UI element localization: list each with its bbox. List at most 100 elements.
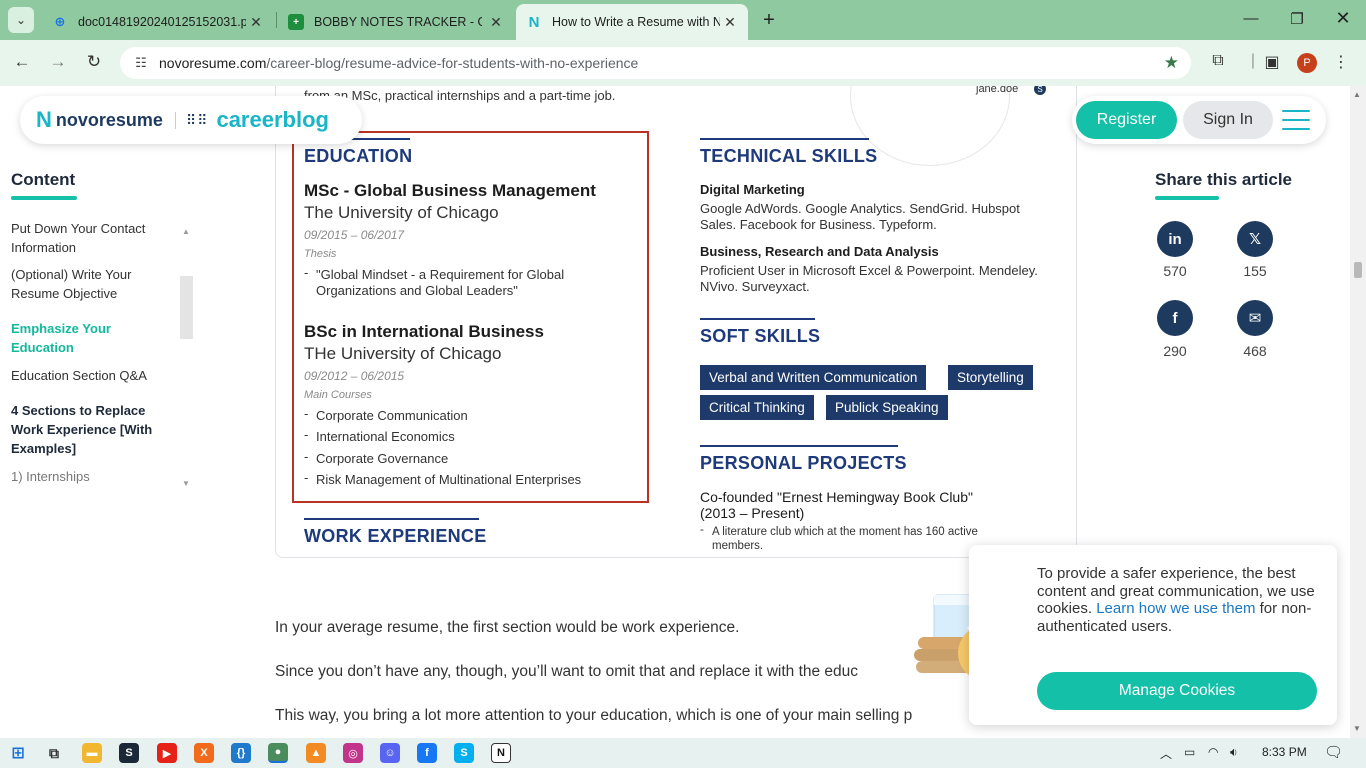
kebab-menu-icon[interactable]: ⋮ <box>1330 52 1352 72</box>
linkedin-icon[interactable]: in <box>1157 221 1193 257</box>
novoresume-logo-icon: N <box>36 107 52 132</box>
course-item: Risk Management of Multinational Enterpr… <box>304 470 581 488</box>
xampp-icon[interactable]: X <box>194 743 214 763</box>
toc-scroll-up-icon[interactable]: ▲ <box>182 227 190 236</box>
soft-skills-title-text: SOFT SKILLS <box>700 326 821 346</box>
youtube-icon[interactable]: ▶ <box>157 743 177 763</box>
toc-item-sections[interactable]: 4 Sections to Replace Work Experience [W… <box>11 401 161 458</box>
task-view-icon[interactable]: ⧉ <box>44 743 64 763</box>
skill-heading: Digital Marketing <box>700 182 805 197</box>
notion-icon[interactable]: N <box>491 743 511 763</box>
close-icon[interactable]: ✕ <box>722 14 738 31</box>
site-logo-bar[interactable]: N novoresume ⠿⠿ careerblog <box>20 96 362 144</box>
scroll-down-icon[interactable]: ▼ <box>1353 724 1361 733</box>
tab-title: doc01481920240125152031.pd <box>78 15 246 29</box>
article-paragraph: Since you don’t have any, though, you’ll… <box>275 663 859 680</box>
tray-chevron-icon[interactable]: ︿ <box>1160 745 1172 762</box>
back-button[interactable]: ← <box>11 52 33 72</box>
scrollbar-thumb[interactable] <box>1354 262 1362 278</box>
windows-start-icon[interactable]: ⊞ <box>8 743 28 763</box>
tab-pdf[interactable]: ⊕ doc01481920240125152031.pd ✕ <box>42 4 274 40</box>
degree-title: MSc - Global Business Management <box>304 181 596 200</box>
steam-icon[interactable]: S <box>119 743 139 763</box>
email-icon[interactable]: ✉ <box>1237 300 1273 336</box>
forward-button[interactable]: → <box>47 52 69 72</box>
site-info-icon[interactable]: ☷ <box>129 55 153 71</box>
facebook-icon[interactable]: f <box>1157 300 1193 336</box>
notification-icon[interactable]: 🗨︎ <box>1324 743 1343 761</box>
vscode-icon[interactable]: {} <box>231 743 251 763</box>
sign-in-button[interactable]: Sign In <box>1183 101 1273 139</box>
course-item: Corporate Governance <box>304 449 448 467</box>
toc-scrollbar[interactable] <box>180 276 193 339</box>
close-icon[interactable]: ✕ <box>488 14 504 31</box>
chevron-down-icon: ⌄ <box>15 13 27 27</box>
share-count: 468 <box>1243 343 1267 359</box>
tab-strip: ⌄ ⊕ doc01481920240125152031.pd ✕ + BOBBY… <box>0 0 1366 40</box>
skill-heading: Business, Research and Data Analysis <box>700 244 939 259</box>
chrome-icon[interactable]: ● <box>268 743 288 763</box>
tab-novoresume[interactable]: N How to Write a Resume with No ✕ <box>516 4 748 40</box>
wifi-icon[interactable]: ◠ <box>1208 745 1218 759</box>
skype-app-icon[interactable]: S <box>454 743 474 763</box>
careerblog-logo[interactable]: careerblog <box>216 107 329 133</box>
project-bullet: A literature club which at the moment ha… <box>700 523 1000 553</box>
x-icon[interactable]: 𝕏 <box>1237 221 1273 257</box>
avatar[interactable]: P <box>1297 53 1317 73</box>
page-scrollbar[interactable]: ▲ ▼ <box>1350 86 1366 738</box>
share-count: 290 <box>1163 343 1187 359</box>
restore-button[interactable]: ❐ <box>1287 10 1307 28</box>
course-item: Corporate Communication <box>304 406 468 424</box>
article-paragraph: In your average resume, the first sectio… <box>275 619 740 636</box>
file-explorer-icon[interactable]: ▬ <box>82 743 102 763</box>
close-window-button[interactable]: ✕ <box>1333 8 1353 29</box>
discord-icon[interactable]: ☺ <box>380 743 400 763</box>
personal-projects-title: PERSONAL PROJECTS <box>700 445 907 474</box>
scroll-up-icon[interactable]: ▲ <box>1353 90 1361 99</box>
side-panel-icon[interactable]: ▣ <box>1261 52 1283 72</box>
battery-icon[interactable]: ▭ <box>1184 745 1195 759</box>
toc-item-education-qa[interactable]: Education Section Q&A <box>11 366 171 385</box>
learn-cookies-link[interactable]: Learn how we use them <box>1096 600 1255 617</box>
instagram-icon[interactable]: ◎ <box>343 743 363 763</box>
toc-heading: Content <box>11 170 76 189</box>
taskbar: ⊞ ⧉ ▬ S ▶ X {} ● ▲ ◎ ☺ f S N ︿ ▭ ◠ 🔉︎ 8:… <box>0 738 1366 768</box>
education-title-text: EDUCATION <box>304 146 413 166</box>
tab-sheets[interactable]: + BOBBY NOTES TRACKER - Goog ✕ <box>278 4 514 40</box>
toc-item-objective[interactable]: (Optional) Write Your Resume Objective <box>11 265 171 303</box>
share-underline <box>1155 196 1219 200</box>
bookmark-star-icon[interactable]: ★ <box>1164 53 1179 73</box>
hamburger-menu-icon[interactable] <box>1282 110 1310 130</box>
degree-title: BSc in International Business <box>304 322 544 341</box>
apps-grid-icon[interactable]: ⠿⠿ <box>174 111 209 129</box>
minimize-button[interactable]: — <box>1241 10 1261 27</box>
skill-chip: Publick Speaking <box>826 395 948 420</box>
register-button[interactable]: Register <box>1076 101 1177 139</box>
toc-item-education[interactable]: Emphasize Your Education <box>11 319 171 357</box>
course-item: International Economics <box>304 427 455 445</box>
manage-cookies-button[interactable]: Manage Cookies <box>1037 672 1317 710</box>
volume-icon[interactable]: 🔉︎ <box>1230 745 1238 760</box>
soft-skills-title: SOFT SKILLS <box>700 318 821 347</box>
app-icon[interactable]: ▲ <box>306 743 326 763</box>
work-experience-title-text: WORK EXPERIENCE <box>304 526 487 546</box>
toc-item-contact[interactable]: Put Down Your Contact Information <box>11 219 171 257</box>
toc-scroll-down-icon[interactable]: ▼ <box>182 479 190 488</box>
tab-search-button[interactable]: ⌄ <box>8 7 34 33</box>
url-text: novoresume.com/career-blog/resume-advice… <box>159 55 638 71</box>
extensions-icon[interactable]: ⧉ <box>1207 52 1229 70</box>
novoresume-logo[interactable]: novoresume <box>56 110 163 131</box>
close-icon[interactable]: ✕ <box>248 14 264 31</box>
reload-button[interactable]: ↻ <box>83 52 105 72</box>
clock[interactable]: 8:33 PM <box>1262 745 1307 759</box>
page-viewport: from an MSc, practical internships and a… <box>0 86 1366 738</box>
education-title: EDUCATION <box>304 138 413 167</box>
new-tab-button[interactable]: + <box>758 9 780 32</box>
facebook-app-icon[interactable]: f <box>417 743 437 763</box>
thesis-bullet: "Global Mindset - a Requirement for Glob… <box>304 265 604 299</box>
toc-item-internships[interactable]: 1) Internships <box>11 467 171 486</box>
address-bar[interactable]: ☷ novoresume.com/career-blog/resume-advi… <box>120 47 1191 79</box>
thesis-label: Thesis <box>304 248 337 260</box>
degree-dates: 09/2012 – 06/2015 <box>304 369 405 383</box>
tab-title: BOBBY NOTES TRACKER - Goog <box>314 15 482 29</box>
